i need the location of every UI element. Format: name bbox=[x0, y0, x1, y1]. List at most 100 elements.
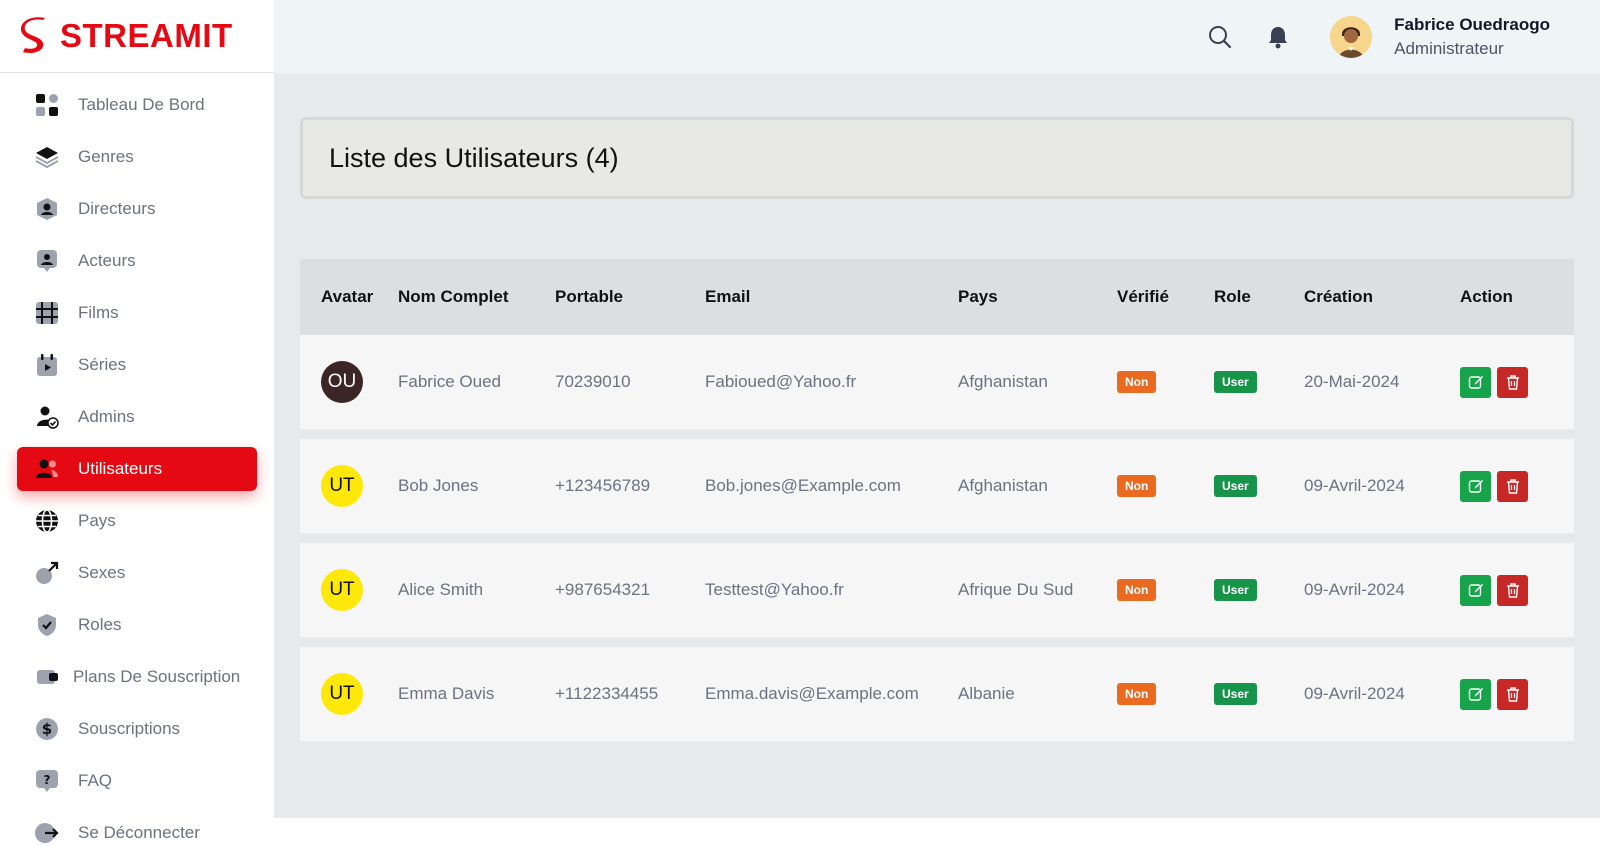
trash-icon bbox=[1506, 583, 1519, 598]
layers-icon bbox=[35, 145, 59, 169]
cell-country: Afghanistan bbox=[958, 476, 1048, 495]
users-icon bbox=[35, 457, 59, 481]
svg-text:?: ? bbox=[44, 773, 51, 787]
column-header-verified: Vérifié bbox=[1117, 287, 1169, 306]
sidebar-item-faq[interactable]: ? FAQ bbox=[17, 759, 257, 803]
column-header-name: Nom Complet bbox=[398, 287, 509, 306]
dashboard-icon bbox=[35, 93, 59, 117]
user-avatar[interactable] bbox=[1330, 15, 1373, 58]
shield-check-icon bbox=[35, 613, 59, 637]
sidebar-item-acteurs[interactable]: Acteurs bbox=[17, 239, 257, 283]
row-actions bbox=[1457, 678, 1567, 710]
sidebar: STREAMIT Tableau De Bord Genres Directeu… bbox=[0, 0, 274, 846]
users-table: Avatar Nom Complet Portable Email Pays V… bbox=[300, 259, 1574, 741]
sidebar-item-label: Roles bbox=[78, 615, 122, 634]
row-actions bbox=[1457, 470, 1567, 502]
footer bbox=[274, 818, 1600, 846]
role-badge: User bbox=[1214, 475, 1257, 497]
edit-button[interactable] bbox=[1460, 574, 1491, 606]
column-header-created: Création bbox=[1304, 287, 1373, 306]
dollar-icon: $ bbox=[35, 717, 59, 741]
sidebar-item-label: Admins bbox=[78, 407, 135, 426]
table-body: OU Fabrice Oued 70239010 Fabioued@Yahoo.… bbox=[300, 335, 1574, 741]
role-badge: User bbox=[1214, 579, 1257, 601]
sidebar-item-label: Tableau De Bord bbox=[78, 95, 205, 114]
avatar: UT bbox=[321, 673, 363, 715]
delete-button[interactable] bbox=[1497, 678, 1528, 710]
sidebar-item-label: Utilisateurs bbox=[78, 459, 163, 478]
row-actions bbox=[1457, 366, 1567, 398]
edit-icon bbox=[1468, 584, 1483, 597]
trash-icon bbox=[1506, 375, 1519, 390]
verified-badge: Non bbox=[1117, 371, 1157, 393]
sidebar-item-label: Genres bbox=[78, 147, 134, 166]
role-badge: User bbox=[1214, 683, 1257, 705]
sidebar-item-plans[interactable]: Plans De Souscription bbox=[17, 655, 257, 699]
sidebar-item-logout[interactable]: Se Déconnecter bbox=[17, 811, 257, 846]
table-row: UT Emma Davis +1122334455 Emma.davis@Exa… bbox=[300, 647, 1574, 741]
cell-created: 09-Avril-2024 bbox=[1304, 476, 1405, 495]
sidebar-item-roles[interactable]: Roles bbox=[17, 603, 257, 647]
main-content: Liste des Utilisateurs (4) Avatar Nom Co… bbox=[274, 73, 1600, 818]
sidebar-item-sexes[interactable]: Sexes bbox=[17, 551, 257, 595]
sidebar-item-label: Acteurs bbox=[78, 251, 136, 270]
series-icon bbox=[35, 353, 59, 377]
table-row: OU Fabrice Oued 70239010 Fabioued@Yahoo.… bbox=[300, 335, 1574, 429]
brand-logo[interactable]: STREAMIT bbox=[0, 0, 274, 73]
cell-phone: +987654321 bbox=[555, 580, 651, 599]
sidebar-item-label: Séries bbox=[78, 355, 127, 374]
cell-email: Emma.davis@Example.com bbox=[705, 684, 919, 703]
admin-icon bbox=[35, 405, 59, 429]
sidebar-item-label: Directeurs bbox=[78, 199, 156, 218]
sidebar-item-pays[interactable]: Pays bbox=[17, 499, 257, 543]
cell-email: Fabioued@Yahoo.fr bbox=[705, 372, 857, 391]
brand-name: STREAMIT bbox=[60, 17, 233, 54]
delete-button[interactable] bbox=[1497, 366, 1528, 398]
cell-phone: +123456789 bbox=[555, 476, 651, 495]
cell-email: Testtest@Yahoo.fr bbox=[705, 580, 844, 599]
cell-email: Bob.jones@Example.com bbox=[705, 476, 901, 495]
column-header-avatar: Avatar bbox=[321, 287, 374, 306]
sidebar-item-souscriptions[interactable]: $ Souscriptions bbox=[17, 707, 257, 751]
bell-icon[interactable] bbox=[1264, 23, 1292, 51]
avatar: UT bbox=[321, 569, 363, 611]
sidebar-item-dashboard[interactable]: Tableau De Bord bbox=[17, 83, 257, 127]
svg-text:$: $ bbox=[42, 720, 52, 738]
edit-icon bbox=[1468, 480, 1483, 493]
director-icon bbox=[35, 197, 59, 221]
sidebar-item-films[interactable]: Films bbox=[17, 291, 257, 335]
delete-button[interactable] bbox=[1497, 574, 1528, 606]
trash-icon bbox=[1506, 479, 1519, 494]
column-header-email: Email bbox=[705, 287, 751, 306]
edit-button[interactable] bbox=[1460, 678, 1491, 710]
cell-name: Fabrice Oued bbox=[398, 372, 501, 391]
sidebar-menu: Tableau De Bord Genres Directeurs Acteur… bbox=[0, 73, 274, 846]
delete-button[interactable] bbox=[1497, 470, 1528, 502]
sidebar-item-directeurs[interactable]: Directeurs bbox=[17, 187, 257, 231]
edit-button[interactable] bbox=[1460, 470, 1491, 502]
sidebar-item-utilisateurs[interactable]: Utilisateurs bbox=[17, 447, 257, 491]
user-info[interactable]: Fabrice Ouedraogo Administrateur bbox=[1394, 15, 1550, 59]
sidebar-item-genres[interactable]: Genres bbox=[17, 135, 257, 179]
edit-icon bbox=[1468, 688, 1483, 701]
table-row: UT Alice Smith +987654321 Testtest@Yahoo… bbox=[300, 543, 1574, 637]
table-row: UT Bob Jones +123456789 Bob.jones@Exampl… bbox=[300, 439, 1574, 533]
avatar: OU bbox=[321, 361, 363, 403]
sidebar-item-label: FAQ bbox=[78, 771, 113, 790]
question-icon: ? bbox=[35, 769, 59, 793]
sidebar-item-label: Se Déconnecter bbox=[78, 823, 200, 842]
edit-button[interactable] bbox=[1460, 366, 1491, 398]
page-title: Liste des Utilisateurs (4) bbox=[329, 142, 619, 173]
sidebar-item-label: Pays bbox=[78, 511, 116, 530]
sidebar-item-admins[interactable]: Admins bbox=[17, 395, 257, 439]
user-role: Administrateur bbox=[1394, 38, 1504, 58]
column-header-country: Pays bbox=[958, 287, 998, 306]
search-icon[interactable] bbox=[1206, 23, 1234, 51]
sidebar-item-label: Sexes bbox=[78, 563, 126, 582]
row-actions bbox=[1457, 574, 1567, 606]
sidebar-item-series[interactable]: Séries bbox=[17, 343, 257, 387]
cell-phone: 70239010 bbox=[555, 372, 631, 391]
actor-icon bbox=[35, 249, 59, 273]
verified-badge: Non bbox=[1117, 475, 1157, 497]
avatar: UT bbox=[321, 465, 363, 507]
